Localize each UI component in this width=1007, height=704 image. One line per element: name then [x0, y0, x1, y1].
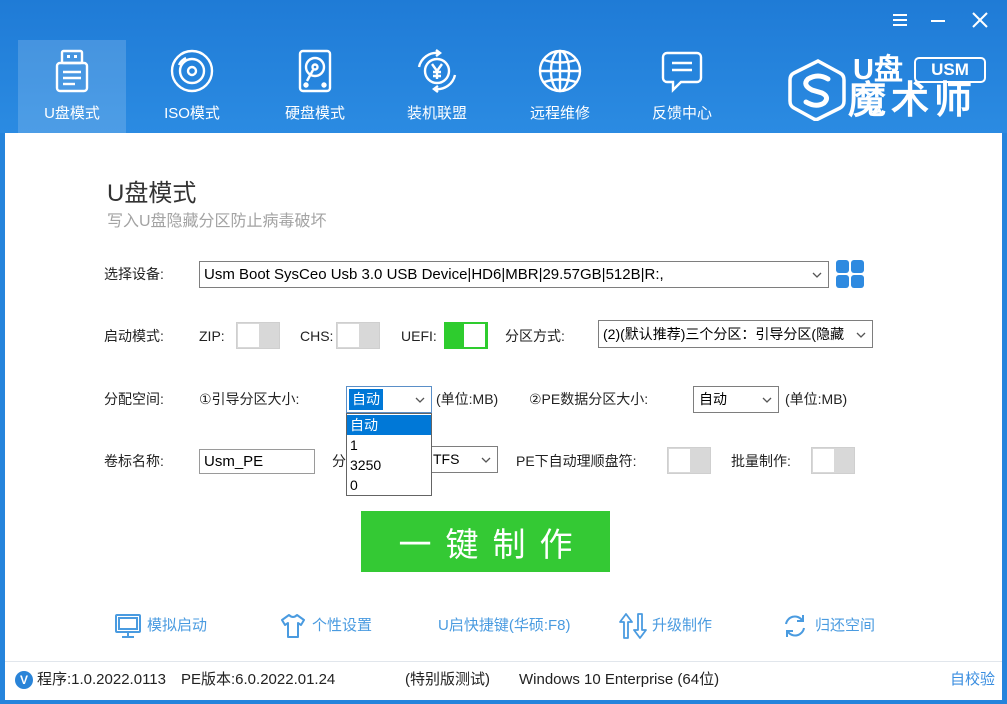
edition-text: (特别版测试) [405, 671, 490, 688]
volume-label: 卷标名称: [104, 453, 164, 469]
zip-toggle[interactable] [236, 322, 280, 349]
grid-icon[interactable] [836, 260, 864, 288]
boot-size-label: ①引导分区大小: [199, 391, 300, 407]
tab-install-alliance[interactable]: 装机联盟 [383, 40, 491, 133]
pe-size-select[interactable]: 自动 [693, 386, 779, 413]
toggle-knob [669, 449, 690, 472]
close-button[interactable] [971, 11, 989, 29]
self-check-link[interactable]: 自校验 [950, 670, 995, 690]
toggle-knob [464, 324, 485, 347]
boot-size-select[interactable]: 自动 [346, 386, 432, 413]
auto-letter-label: PE下自动理顺盘符: [516, 453, 637, 469]
tab-u-disk-mode[interactable]: U盘模式 [18, 40, 126, 133]
disc-icon [170, 49, 214, 93]
boot-mode-label: 启动模式: [104, 328, 164, 344]
toggle-knob [813, 449, 834, 472]
tab-label: 装机联盟 [406, 105, 467, 122]
up-down-arrows-icon[interactable] [619, 612, 647, 640]
volume-name-input[interactable] [199, 449, 315, 474]
tab-label: 硬盘模式 [284, 105, 345, 122]
format-label: 分 [332, 453, 346, 469]
chat-bubble-icon [661, 51, 703, 93]
chevron-down-icon [812, 272, 822, 278]
pe-version: PE版本:6.0.2022.01.24 [181, 671, 336, 688]
tab-label: ISO模式 [164, 105, 220, 122]
tab-label: 远程维修 [529, 105, 590, 122]
tshirt-icon[interactable] [279, 612, 307, 640]
minimize-button[interactable] [929, 12, 947, 30]
chevron-down-icon [856, 332, 866, 338]
tab-iso-mode[interactable]: ISO模式 [138, 40, 246, 133]
tab-remote-repair[interactable]: 远程维修 [506, 40, 614, 133]
one-click-make-label: 一键制作 [398, 525, 587, 563]
one-click-make-button[interactable]: 一键制作 [361, 511, 610, 572]
toggle-knob [238, 324, 259, 347]
toggle-knob [338, 324, 359, 347]
personalize-link[interactable]: 个性设置 [312, 616, 372, 636]
usb-drive-icon [55, 49, 89, 93]
uefi-label: UEFI: [401, 328, 437, 344]
chevron-down-icon [481, 457, 491, 463]
boot-hotkey-link[interactable]: U启快捷键(华硕:F8) [438, 616, 571, 636]
os-text: Windows 10 Enterprise (64位) [519, 671, 720, 688]
page-title: U盘模式 [107, 180, 197, 207]
page-subtitle: 写入U盘隐藏分区防止病毒破坏 [107, 213, 327, 230]
pe-size-unit: (单位:MB) [785, 391, 848, 407]
usm-s-logo-icon [788, 59, 846, 121]
device-select[interactable]: Usm Boot SysCeo Usb 3.0 USB Device|HD6|M… [199, 261, 829, 288]
hard-disk-icon [298, 49, 332, 93]
pe-size-label: ②PE数据分区大小: [529, 391, 649, 407]
monitor-icon[interactable] [114, 612, 142, 640]
pe-size-value: 自动 [699, 391, 727, 407]
tab-hard-disk-mode[interactable]: 硬盘模式 [261, 40, 369, 133]
chs-label: CHS: [300, 328, 334, 344]
tab-feedback-center[interactable]: 反馈中心 [628, 40, 736, 133]
close-icon [972, 12, 988, 28]
dropdown-option[interactable]: 3250 [347, 455, 431, 475]
simulate-boot-link[interactable]: 模拟启动 [147, 616, 207, 636]
zip-label: ZIP: [199, 328, 225, 344]
partition-scheme-label: 分区方式: [505, 328, 565, 344]
chevron-down-icon [762, 397, 772, 403]
batch-label: 批量制作: [731, 453, 791, 469]
dropdown-option[interactable]: 1 [347, 435, 431, 455]
menu-icon [893, 14, 907, 26]
refresh-icon[interactable] [781, 612, 809, 640]
globe-icon [538, 49, 582, 93]
boot-size-dropdown-list: 自动 1 3250 0 [346, 413, 432, 496]
minimize-icon [931, 20, 945, 22]
restore-space-link[interactable]: 归还空间 [815, 616, 875, 636]
device-select-value: Usm Boot SysCeo Usb 3.0 USB Device|HD6|M… [204, 266, 664, 283]
auto-letter-toggle[interactable] [667, 447, 711, 474]
device-label: 选择设备: [104, 266, 164, 282]
dropdown-option[interactable]: 0 [347, 475, 431, 495]
partition-scheme-value: (2)(默认推荐)三个分区：引导分区(隐藏 [603, 326, 845, 342]
boot-size-unit: (单位:MB) [436, 391, 499, 407]
menu-button[interactable] [891, 11, 909, 29]
tab-label: 反馈中心 [651, 105, 712, 122]
upgrade-make-link[interactable]: 升级制作 [652, 616, 712, 636]
chevron-down-icon [415, 397, 425, 403]
yen-coin-icon [417, 49, 457, 93]
space-label: 分配空间: [104, 391, 164, 407]
batch-toggle[interactable] [811, 447, 855, 474]
program-version: 程序:1.0.2022.0113 [37, 671, 166, 688]
tab-label: U盘模式 [44, 105, 100, 122]
format-value: TFS [433, 451, 460, 467]
uefi-toggle[interactable] [444, 322, 488, 349]
partition-scheme-select[interactable]: (2)(默认推荐)三个分区：引导分区(隐藏 [598, 320, 873, 348]
logo-name: 魔术师 [848, 80, 978, 122]
chs-toggle[interactable] [336, 322, 380, 349]
boot-size-value: 自动 [349, 389, 383, 410]
dropdown-option[interactable]: 自动 [347, 415, 431, 435]
version-badge: V [15, 671, 33, 689]
